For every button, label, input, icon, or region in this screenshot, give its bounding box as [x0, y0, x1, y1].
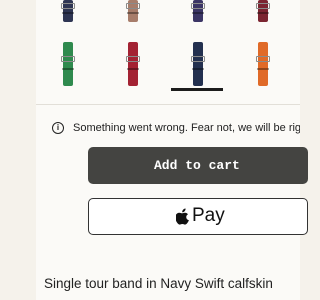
swatch-orange[interactable]	[256, 42, 270, 86]
buckle-icon	[191, 56, 205, 62]
buckle-icon	[191, 3, 205, 9]
strap-image	[63, 42, 73, 86]
strap-image	[193, 42, 203, 86]
apple-pay-button[interactable]: Pay	[88, 198, 308, 235]
apple-logo-icon	[176, 208, 189, 225]
buckle-icon	[256, 3, 270, 9]
strap-image	[128, 42, 138, 86]
swatch-green[interactable]	[61, 42, 75, 86]
strap-loop	[127, 12, 139, 14]
strap-loop	[192, 12, 204, 14]
error-notice-text: Something went wrong. Fear not, we will …	[73, 122, 300, 134]
swatch-burgundy[interactable]	[256, 0, 270, 22]
left-margin	[0, 0, 36, 300]
strap-loop	[62, 68, 74, 70]
apple-pay-label: Pay	[192, 205, 225, 226]
swatch-row-top	[36, 0, 300, 24]
strap-loop	[127, 68, 139, 70]
strap-loop	[257, 68, 269, 70]
strap-image	[258, 42, 268, 86]
buckle-icon	[61, 56, 75, 62]
strap-loop	[62, 12, 74, 14]
add-to-cart-button[interactable]: Add to cart	[88, 147, 308, 184]
selected-swatch-indicator	[171, 88, 223, 91]
swatch-navy-purple[interactable]	[191, 0, 205, 22]
info-icon: i	[52, 122, 64, 134]
swatch-row-bottom	[36, 42, 300, 90]
buckle-icon	[256, 56, 270, 62]
buckle-icon	[126, 56, 140, 62]
divider	[36, 104, 300, 105]
swatch-red[interactable]	[126, 42, 140, 86]
buckle-icon	[61, 3, 75, 9]
error-notice: i Something went wrong. Fear not, we wil…	[52, 120, 300, 138]
strap-loop	[192, 68, 204, 70]
swatch-navy[interactable]	[191, 42, 205, 86]
strap-loop	[257, 12, 269, 14]
swatch-navy[interactable]	[61, 0, 75, 22]
buckle-icon	[126, 3, 140, 9]
product-name: Single tour band in Navy Swift calfskin	[44, 276, 273, 291]
add-to-cart-label: Add to cart	[154, 158, 240, 173]
swatch-tan[interactable]	[126, 0, 140, 22]
